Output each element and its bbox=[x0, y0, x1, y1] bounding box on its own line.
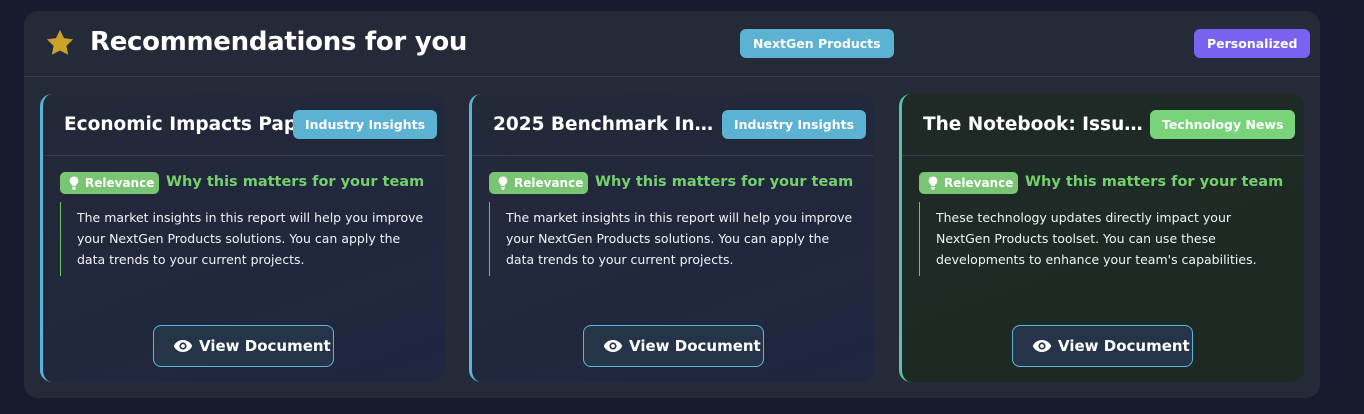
eye-icon bbox=[173, 340, 193, 352]
eye-icon bbox=[603, 340, 623, 352]
card-title: Economic Impacts Paper bbox=[64, 114, 319, 135]
view-document-button[interactable]: View Document bbox=[1012, 325, 1193, 367]
recommendation-card: 2025 Benchmark Insights Industry Insight… bbox=[469, 94, 874, 382]
lightbulb-icon bbox=[69, 176, 79, 190]
category-tag: Industry Insights bbox=[722, 110, 867, 139]
relevance-description: The market insights in this report will … bbox=[60, 202, 430, 276]
relevance-label: Relevance bbox=[944, 176, 1014, 190]
panel-header: Recommendations for you NextGen Products… bbox=[24, 11, 1320, 77]
relevance-label: Relevance bbox=[85, 176, 155, 190]
relevance-heading: Why this matters for your team bbox=[166, 174, 425, 190]
relevance-label: Relevance bbox=[514, 176, 584, 190]
view-document-label: View Document bbox=[199, 337, 331, 355]
view-document-label: View Document bbox=[629, 337, 761, 355]
star-icon bbox=[46, 29, 74, 55]
card-title: The Notebook: Issue 3 bbox=[923, 114, 1143, 135]
relevance-description: The market insights in this report will … bbox=[489, 202, 859, 276]
relevance-description: These technology updates directly impact… bbox=[919, 202, 1289, 276]
eye-icon bbox=[1032, 340, 1052, 352]
category-tag: Technology News bbox=[1150, 110, 1296, 139]
lightbulb-icon bbox=[498, 176, 508, 190]
panel-title: Recommendations for you bbox=[90, 27, 468, 57]
recommendation-card: The Notebook: Issue 3 Technology News Re… bbox=[899, 94, 1304, 382]
relevance-badge: Relevance bbox=[919, 172, 1018, 194]
card-header: 2025 Benchmark Insights Industry Insight… bbox=[472, 94, 874, 156]
view-document-button[interactable]: View Document bbox=[153, 325, 334, 367]
lightbulb-icon bbox=[928, 176, 938, 190]
relevance-heading: Why this matters for your team bbox=[1025, 174, 1284, 190]
category-tag: Industry Insights bbox=[293, 110, 438, 139]
relevance-badge: Relevance bbox=[489, 172, 588, 194]
relevance-heading: Why this matters for your team bbox=[595, 174, 854, 190]
product-badge: NextGen Products bbox=[740, 29, 894, 58]
recommendations-panel: Recommendations for you NextGen Products… bbox=[24, 11, 1320, 398]
card-header: The Notebook: Issue 3 Technology News bbox=[902, 94, 1304, 156]
view-document-label: View Document bbox=[1058, 337, 1190, 355]
personalized-badge: Personalized bbox=[1194, 29, 1311, 58]
recommendation-card: Economic Impacts Paper Industry Insights… bbox=[40, 94, 445, 382]
view-document-button[interactable]: View Document bbox=[583, 325, 764, 367]
relevance-badge: Relevance bbox=[60, 172, 159, 194]
card-header: Economic Impacts Paper Industry Insights bbox=[43, 94, 445, 156]
card-title: 2025 Benchmark Insights bbox=[493, 114, 721, 135]
